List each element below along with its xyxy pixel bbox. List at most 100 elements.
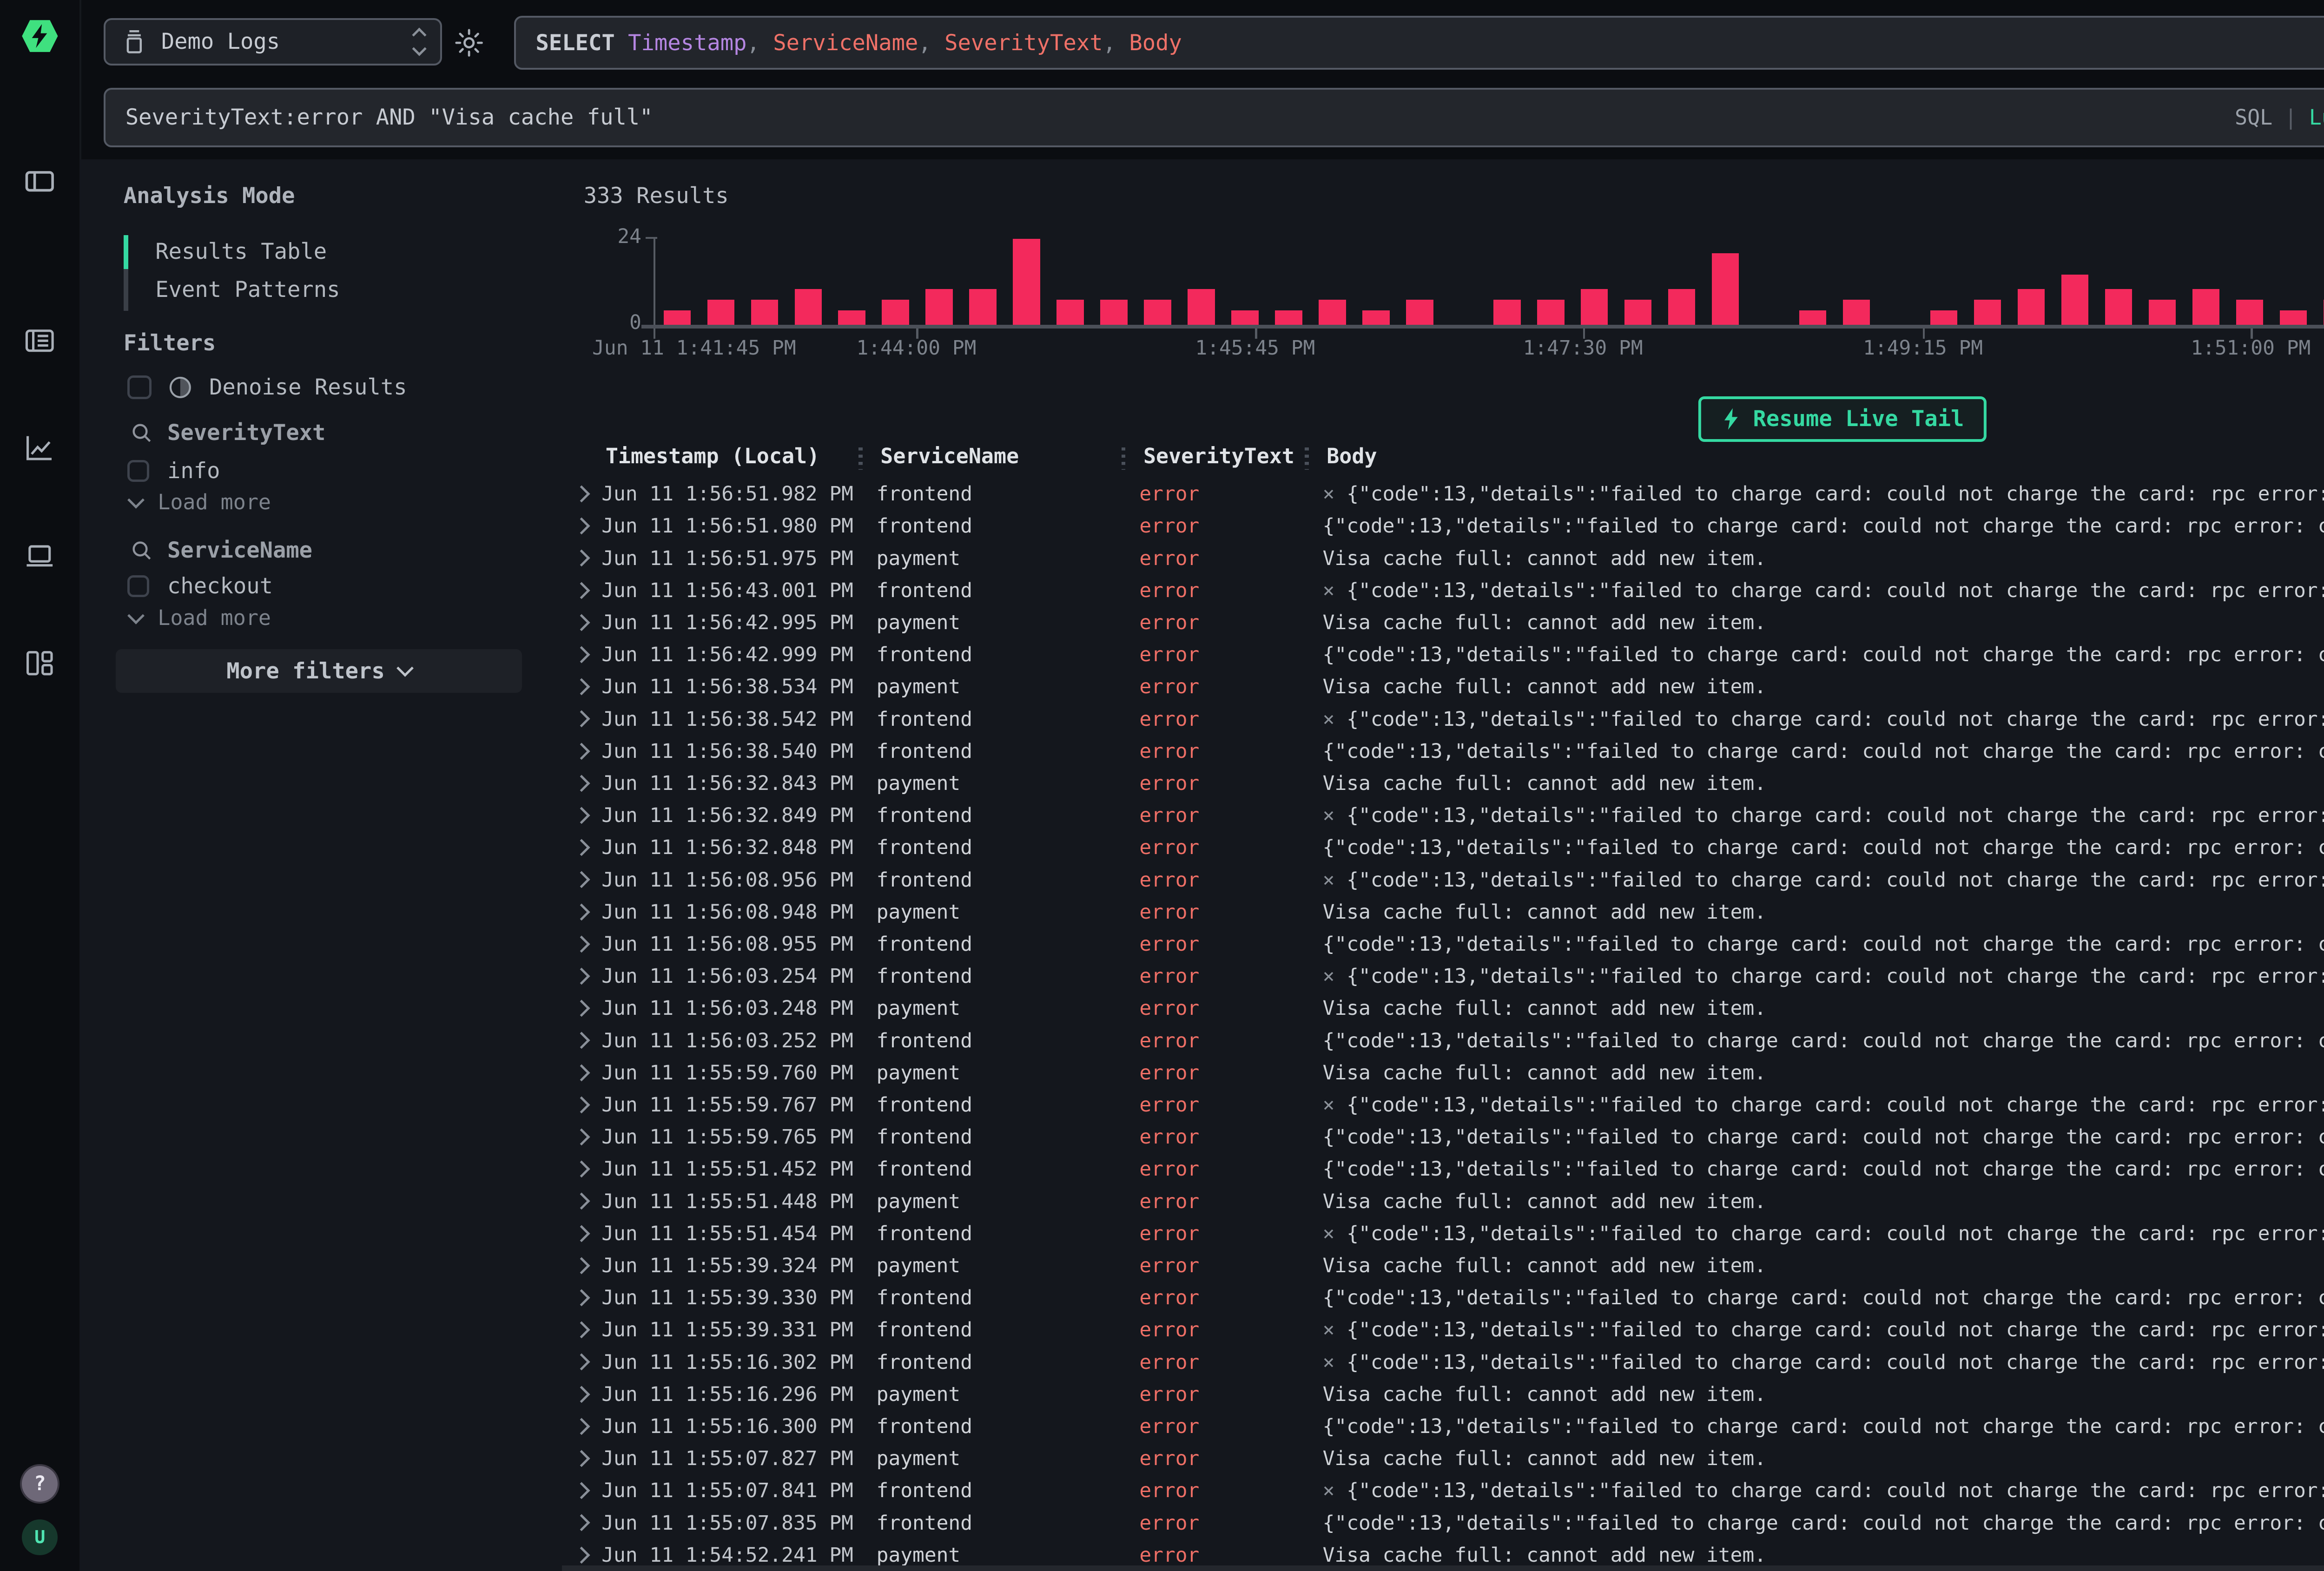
log-row[interactable]: Jun 11 1:56:03.252 PMfrontenderror{"code… (562, 1025, 2324, 1057)
row-expand-chevron-icon[interactable] (562, 552, 602, 564)
row-expand-chevron-icon[interactable] (562, 1195, 602, 1207)
histogram-bar[interactable] (2105, 289, 2132, 325)
row-expand-chevron-icon[interactable] (562, 1324, 602, 1336)
col-header-servicename[interactable]: ServiceName (877, 444, 1140, 468)
log-row[interactable]: Jun 11 1:56:42.999 PMfrontenderror{"code… (562, 639, 2324, 671)
histogram-bar[interactable] (2236, 300, 2263, 325)
log-row[interactable]: Jun 11 1:55:07.841 PMfrontenderror× {"co… (562, 1475, 2324, 1507)
histogram-bar[interactable] (1930, 310, 1957, 325)
row-expand-chevron-icon[interactable] (562, 1163, 602, 1175)
filter-option-checkout[interactable]: checkout (127, 573, 273, 599)
row-expand-chevron-icon[interactable] (562, 1420, 602, 1433)
log-row[interactable]: Jun 11 1:55:39.331 PMfrontenderror× {"co… (562, 1314, 2324, 1346)
log-row[interactable]: Jun 11 1:56:51.980 PMfrontenderror{"code… (562, 510, 2324, 542)
info-checkbox[interactable] (127, 460, 149, 482)
histogram-bar[interactable] (882, 300, 909, 325)
histogram-bar[interactable] (751, 300, 778, 325)
histogram-bar[interactable] (1362, 310, 1389, 325)
histogram-bar[interactable] (1319, 300, 1346, 325)
row-expand-chevron-icon[interactable] (562, 585, 602, 597)
histogram-bar[interactable] (2280, 310, 2307, 325)
log-row[interactable]: Jun 11 1:56:32.849 PMfrontenderror× {"co… (562, 800, 2324, 832)
tab-results-table[interactable]: Results Table (155, 239, 327, 264)
log-row[interactable]: Jun 11 1:55:51.452 PMfrontenderror{"code… (562, 1153, 2324, 1185)
histogram-bar[interactable] (707, 300, 734, 325)
histogram-bar[interactable] (1843, 300, 1870, 325)
row-expand-chevron-icon[interactable] (562, 1099, 602, 1111)
help-button[interactable]: ? (20, 1464, 59, 1504)
log-row[interactable]: Jun 11 1:56:51.975 PMpaymenterrorVisa ca… (562, 542, 2324, 574)
histogram-bar[interactable] (2061, 275, 2088, 324)
resume-live-tail-button[interactable]: Resume Live Tail (1698, 396, 1987, 442)
row-expand-chevron-icon[interactable] (562, 1388, 602, 1400)
row-expand-chevron-icon[interactable] (562, 1549, 602, 1561)
user-avatar[interactable]: U (22, 1519, 58, 1555)
histogram-bar[interactable] (838, 310, 865, 325)
histogram-bar[interactable] (1013, 239, 1040, 324)
more-filters-button[interactable]: More filters (116, 649, 522, 693)
dashboards-nav-icon[interactable] (22, 645, 58, 681)
log-row[interactable]: Jun 11 1:56:08.956 PMfrontenderror× {"co… (562, 864, 2324, 896)
tab-event-patterns[interactable]: Event Patterns (155, 277, 340, 302)
row-expand-chevron-icon[interactable] (562, 649, 602, 661)
histogram-bar[interactable] (1100, 300, 1127, 325)
filter-option-info[interactable]: info (127, 458, 220, 484)
row-expand-chevron-icon[interactable] (562, 520, 602, 532)
row-expand-chevron-icon[interactable] (562, 874, 602, 886)
log-row[interactable]: Jun 11 1:55:59.765 PMfrontenderror{"code… (562, 1121, 2324, 1153)
denoise-results-row[interactable]: Denoise Results (127, 375, 407, 401)
row-expand-chevron-icon[interactable] (562, 1002, 602, 1014)
histogram-bar[interactable] (1537, 300, 1564, 325)
row-expand-chevron-icon[interactable] (562, 1517, 602, 1529)
load-more-servicename[interactable]: Load more (130, 605, 271, 630)
histogram-bar[interactable] (1275, 310, 1302, 325)
histogram-bar[interactable] (1668, 289, 1695, 325)
row-expand-chevron-icon[interactable] (562, 1292, 602, 1304)
log-row[interactable]: Jun 11 1:56:38.534 PMpaymenterrorVisa ca… (562, 671, 2324, 703)
hosts-nav-icon[interactable] (22, 538, 58, 573)
search-query-input[interactable]: SeverityText:error AND "Visa cache full"… (104, 88, 2324, 148)
histogram-bar[interactable] (795, 289, 822, 325)
col-header-body[interactable]: Body (1323, 444, 2324, 468)
row-expand-chevron-icon[interactable] (562, 617, 602, 629)
log-row[interactable]: Jun 11 1:56:38.542 PMfrontenderror× {"co… (562, 703, 2324, 735)
row-expand-chevron-icon[interactable] (562, 1453, 602, 1465)
row-expand-chevron-icon[interactable] (562, 713, 602, 725)
checkout-checkbox[interactable] (127, 575, 149, 597)
log-row[interactable]: Jun 11 1:55:59.760 PMpaymenterrorVisa ca… (562, 1057, 2324, 1089)
col-header-severitytext[interactable]: SeverityText (1139, 444, 1322, 468)
row-expand-chevron-icon[interactable] (562, 1228, 602, 1240)
select-columns-bar[interactable]: SELECT Timestamp, ServiceName, SeverityT… (514, 16, 2324, 70)
search-icon[interactable] (130, 421, 153, 445)
log-source-select[interactable]: Demo Logs (104, 18, 442, 66)
log-row[interactable]: Jun 11 1:56:32.843 PMpaymenterrorVisa ca… (562, 767, 2324, 799)
log-row[interactable]: Jun 11 1:56:51.982 PMfrontenderror× {"co… (562, 478, 2324, 510)
histogram-bar[interactable] (1581, 289, 1608, 325)
histogram-bar[interactable] (1144, 300, 1171, 325)
histogram-bar[interactable] (1974, 300, 2001, 325)
log-row[interactable]: Jun 11 1:55:16.302 PMfrontenderror× {"co… (562, 1346, 2324, 1378)
histogram-bar[interactable] (2149, 300, 2176, 325)
mode-lucene-toggle[interactable]: Lucene (2309, 105, 2324, 130)
histogram-bar[interactable] (1624, 300, 1651, 325)
histogram-bar[interactable] (2018, 289, 2045, 325)
row-expand-chevron-icon[interactable] (562, 841, 602, 854)
mode-sql-toggle[interactable]: SQL (2235, 105, 2272, 130)
metrics-nav-icon[interactable] (22, 430, 58, 466)
row-expand-chevron-icon[interactable] (562, 1034, 602, 1046)
log-row[interactable]: Jun 11 1:56:08.955 PMfrontenderror{"code… (562, 928, 2324, 960)
log-row[interactable]: Jun 11 1:55:07.827 PMpaymenterrorVisa ca… (562, 1443, 2324, 1475)
log-row[interactable]: Jun 11 1:55:07.835 PMfrontenderror{"code… (562, 1507, 2324, 1539)
query-settings-gear-icon[interactable] (454, 28, 484, 58)
row-expand-chevron-icon[interactable] (562, 777, 602, 789)
row-expand-chevron-icon[interactable] (562, 970, 602, 982)
horizontal-scrollbar[interactable] (562, 1565, 2324, 1571)
log-row[interactable]: Jun 11 1:56:03.248 PMpaymenterrorVisa ca… (562, 993, 2324, 1025)
histogram-bar[interactable] (969, 289, 996, 325)
row-expand-chevron-icon[interactable] (562, 938, 602, 950)
log-row[interactable]: Jun 11 1:56:43.001 PMfrontenderror× {"co… (562, 574, 2324, 606)
histogram-bar[interactable] (1188, 289, 1215, 325)
histogram-bar[interactable] (1406, 300, 1433, 325)
log-row[interactable]: Jun 11 1:55:51.454 PMfrontenderror× {"co… (562, 1217, 2324, 1249)
log-row[interactable]: Jun 11 1:55:59.767 PMfrontenderror× {"co… (562, 1089, 2324, 1121)
